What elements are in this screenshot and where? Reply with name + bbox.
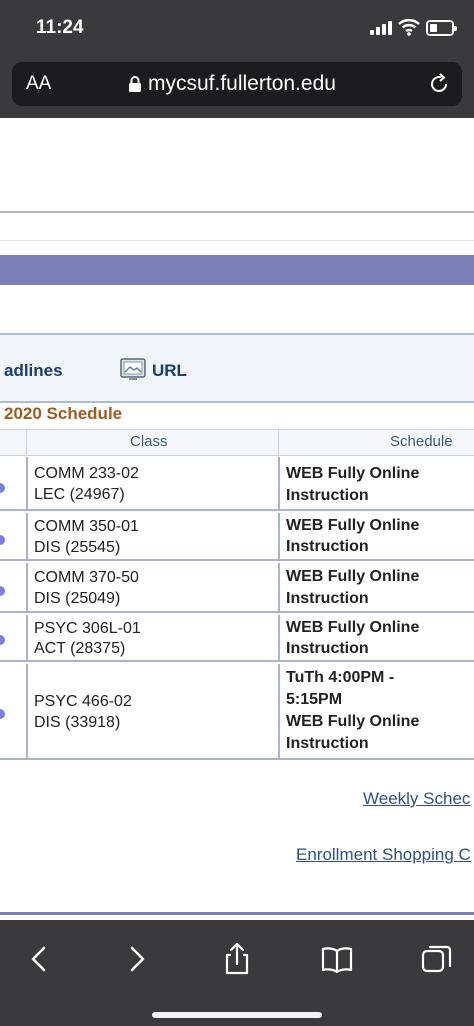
column-header-schedule: Schedule [390,433,453,450]
schedule-cell: WEB Fully Online Instruction [278,457,474,509]
address-bar[interactable]: AA mycsuf.fullerton.edu [12,62,462,106]
schedule-cell: WEB Fully Online Instruction [278,513,474,559]
column-header-class: Class [130,433,168,450]
links-band [0,333,474,403]
text-size-button[interactable]: AA [26,73,51,95]
class-cell: COMM 350-01 DIS (25545) [26,513,278,559]
table-row: PSYC 466-02 DIS (33918) TuTh 4:00PM - 5:… [0,664,474,760]
table-row: COMM 233-02 LEC (24967) WEB Fully Online… [0,457,474,511]
weekly-schedule-link[interactable]: Weekly Schec [363,789,470,809]
forward-icon[interactable] [120,942,154,976]
schedule-title: 2020 Schedule [4,404,123,423]
url-link[interactable]: URL [152,361,187,381]
row-selector[interactable] [0,535,5,545]
status-time: 11:24 [36,17,84,38]
divider [0,240,474,241]
bookmarks-icon[interactable] [320,942,354,976]
address-text[interactable]: mycsuf.fullerton.edu [148,72,336,96]
battery-icon [426,20,457,36]
back-icon[interactable] [22,942,56,976]
row-selector[interactable] [0,709,5,719]
table-row: COMM 370-50 DIS (25049) WEB Fully Online… [0,563,474,613]
tabs-icon[interactable] [420,942,454,976]
divider [0,211,474,213]
schedule-cell: TuTh 4:00PM - 5:15PM WEB Fully Online In… [278,664,474,758]
schedule-cell: WEB Fully Online Instruction [278,563,474,611]
class-cell: COMM 233-02 LEC (24967) [26,457,278,509]
signal-icon [370,21,394,35]
row-selector[interactable] [0,635,5,645]
row-selector[interactable] [0,483,5,493]
status-and-address-bar: 11:24 AA mycsuf.fullerton.edu [0,0,474,118]
class-cell: COMM 370-50 DIS (25049) [26,563,278,611]
row-selector[interactable] [0,586,5,596]
reload-icon[interactable] [428,73,450,95]
enrollment-shopping-cart-link[interactable]: Enrollment Shopping C [296,845,471,865]
share-icon[interactable] [220,942,254,976]
url-icon[interactable] [120,358,146,382]
header-bar [0,255,474,285]
browser-toolbar [0,920,474,1026]
schedule-cell: WEB Fully Online Instruction [278,615,474,660]
class-cell: PSYC 466-02 DIS (33918) [26,664,278,758]
class-cell: PSYC 306L-01 ACT (28375) [26,615,278,660]
wifi-icon [398,19,420,36]
home-indicator [152,1012,322,1018]
lock-icon [129,76,141,92]
table-row: COMM 350-01 DIS (25545) WEB Fully Online… [0,513,474,561]
table-row: PSYC 306L-01 ACT (28375) WEB Fully Onlin… [0,615,474,662]
headlines-link[interactable]: adlines [4,361,63,381]
footer-bar [0,912,474,915]
